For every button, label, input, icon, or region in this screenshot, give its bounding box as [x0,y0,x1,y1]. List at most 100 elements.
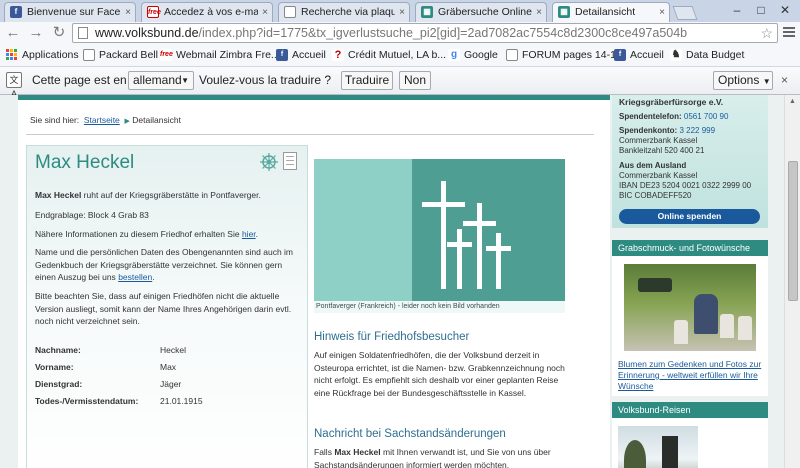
free-icon: free [160,49,173,61]
version-notice: Bitte beachten Sie, dass auf einigen Fri… [35,291,292,326]
forward-icon[interactable]: → [27,24,45,42]
close-tab-icon[interactable]: × [659,3,665,22]
divider [26,134,594,135]
apps-icon [6,49,18,61]
close-translate-icon[interactable]: × [781,73,788,87]
bookmark-packard-bell[interactable]: Packard Bell [83,44,158,66]
tab-graebersuche[interactable]: ▦ Gräbersuche Online × [415,2,547,22]
scroll-up-icon[interactable]: ▲ [789,98,796,105]
chevron-down-icon: ▼ [181,76,189,85]
back-icon[interactable]: ← [4,24,22,42]
language-select[interactable]: allemand ▼ [128,71,194,90]
minimize-icon[interactable]: – [726,2,748,18]
cemetery-info-link[interactable]: hier [242,229,256,239]
tab-title: Bienvenue sur Facebook [27,6,121,18]
ship-wheel-icon[interactable] [259,152,279,172]
bank-code: Bankleitzahl 520 400 21 [619,146,705,155]
breadcrumb: Sie sind hier: Startseite ▶ Detailansich… [30,115,181,125]
page-scrollbar[interactable]: ▲ [784,95,800,468]
maximize-icon[interactable]: □ [750,2,772,18]
tab-title: Gräbersuche Online [438,6,532,18]
facebook-icon: f [10,6,22,18]
person-card: Max Heckel Max Heckel ruht auf der Krieg… [26,145,308,468]
tab-free-mail[interactable]: free Accedez à vos e-mails × [141,2,273,22]
close-tab-icon[interactable]: × [125,3,131,22]
donation-account: Spendenkonto: 3 222 999 [619,126,715,136]
donation-phone-label: Spendentelefon: [619,112,682,121]
shield-icon: ♞ [670,49,682,61]
facebook-icon: f [614,49,626,61]
person-name: Max Heckel [35,152,135,173]
no-translate-button[interactable]: Non [399,71,431,90]
facebook-icon: f [276,49,288,61]
translate-prefix: Cette page est en [32,73,127,87]
translate-icon: 文A [6,72,22,99]
status-notice-pre: Falls [314,447,335,457]
volksbund-travel-header: Volksbund-Reisen [612,402,768,418]
visitor-notice-title: Hinweis für Friedhofsbesucher [314,331,470,343]
org-name: Kriegsgräberfürsorge e.V. [619,97,724,107]
address-bar[interactable]: www.volksbund.de/index.php?id=1775&tx_ig… [72,23,778,43]
intro-rest: ruht auf der Kriegsgräberstätte in Pontf… [81,190,261,200]
bookmark-label: Webmail Zimbra Fre... [176,49,280,61]
bic: BIC COBADEFF520 [619,191,692,200]
iban: IBAN DE23 5204 0021 0322 2999 00 [619,181,752,190]
bookmark-webmail[interactable]: free Webmail Zimbra Fre... [160,44,280,66]
breadcrumb-home-link[interactable]: Startseite [84,115,120,125]
translate-button[interactable]: Traduire [341,71,393,90]
bookmark-credit-mutuel[interactable]: ? Crédit Mutuel, LA b... [332,44,446,66]
page-viewport: Sie sind hier: Startseite ▶ Detailansich… [0,95,784,468]
close-tab-icon[interactable]: × [536,3,542,22]
print-document-icon[interactable] [283,152,297,170]
scrollbar-thumb[interactable] [788,161,798,301]
grave-decoration-link[interactable]: Blumen zum Gedenken und Fotos zur Erinne… [618,359,766,392]
travel-photo[interactable] [618,426,698,468]
bookmark-accueil-facebook[interactable]: f Accueil [276,44,326,66]
crosses-icon [422,181,511,289]
bookmark-google[interactable]: g Google [448,44,498,66]
donation-phone: Spendentelefon: 0561 700 90 [619,112,728,122]
tab-title: Accedez à vos e-mails [164,6,258,18]
gravestone [674,320,688,344]
bookmark-applications[interactable]: Applications [6,44,79,66]
browser-toolbar: ← → ↻ www.volksbund.de/index.php?id=1775… [0,22,800,44]
detail-label: Todes-/Vermisstendatum: [35,396,139,406]
new-tab-button[interactable] [672,6,698,20]
donation-phone-value: 0561 700 90 [683,112,729,121]
status-notice-title: Nachricht bei Sachstandsänderungen [314,428,506,440]
chrome-menu-icon[interactable] [783,27,795,39]
credit-mutuel-icon: ? [332,49,344,61]
cemetery-info: Nähere Informationen zu diesem Friedhof … [35,228,299,241]
donate-online-button[interactable]: Online spenden [619,209,760,224]
page-icon [78,27,88,39]
star-icon[interactable]: ☆ [760,24,773,42]
punctuation: . [152,272,155,282]
bookmark-label: Applications [22,49,79,61]
page-icon [284,6,296,18]
detail-value: Heckel [160,345,186,355]
close-window-icon[interactable]: ✕ [774,2,796,18]
grave-photo[interactable] [624,264,756,351]
tab-detailansicht[interactable]: ▦ Detailansicht × [552,2,670,23]
page-icon [83,49,95,61]
visitor-notice-text: Auf einigen Soldatenfriedhöfen, die der … [314,350,565,398]
bookmark-forum[interactable]: FORUM pages 14-18 [506,44,622,66]
tab-facebook[interactable]: f Bienvenue sur Facebook × [4,2,136,22]
cemetery-info-text: Nähere Informationen zu diesem Friedhof … [35,229,242,239]
bookmark-label: Google [464,49,498,61]
status-notice-name: Max Heckel [334,447,381,457]
bookmarks-bar: Applications Packard Bell free Webmail Z… [0,44,800,67]
detail-value: 21.01.1915 [160,396,203,406]
bookmark-data-budget[interactable]: ♞ Data Budget [670,44,744,66]
bookmark-label: Crédit Mutuel, LA b... [348,49,447,61]
translate-options-button[interactable]: Options ▼ [713,71,773,90]
order-link[interactable]: bestellen [118,272,152,282]
bookmark-accueil-2[interactable]: f Accueil [614,44,664,66]
abroad-label: Aus dem Ausland [619,161,687,170]
tab-plaque-search[interactable]: Recherche via plaque × [278,2,410,22]
close-tab-icon[interactable]: × [262,3,268,22]
reload-icon[interactable]: ↻ [50,24,68,42]
close-tab-icon[interactable]: × [399,3,405,22]
volksbund-icon: ▦ [558,6,570,18]
gardener [694,294,718,334]
